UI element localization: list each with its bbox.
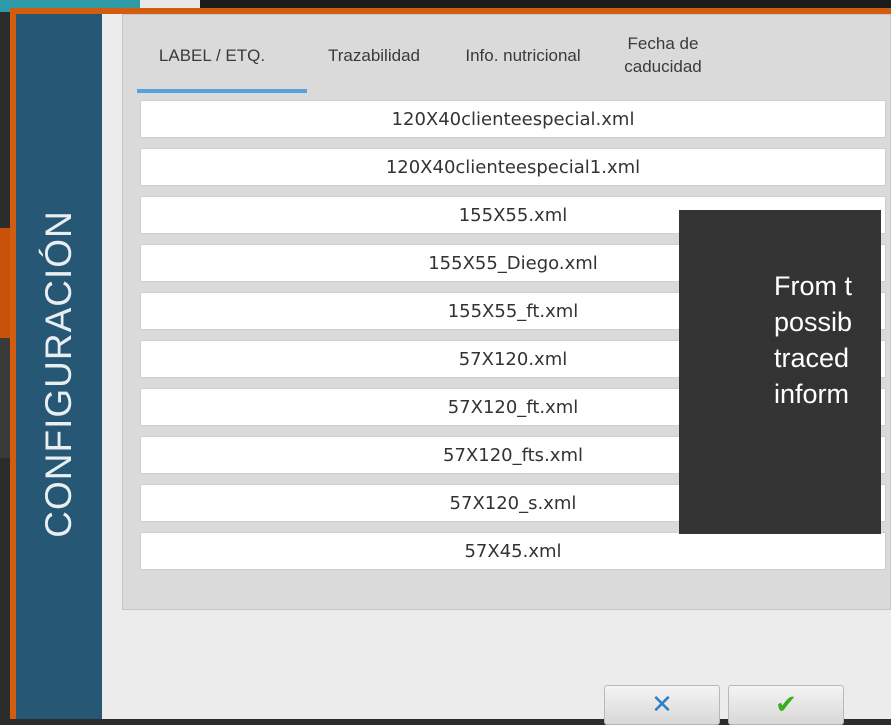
tab-fecha-caducidad-label: Fecha de caducidad [624,34,702,76]
list-item[interactable]: 57X45.xml [140,532,886,570]
close-icon: ✕ [651,690,673,720]
tooltip-overlay: From t possib traced inform [679,210,881,534]
sidebar: CONFIGURACIÓN [16,14,102,719]
tooltip-text: From t possib traced inform [774,271,853,409]
sidebar-title: CONFIGURACIÓN [38,210,79,538]
tab-label-etq[interactable]: LABEL / ETQ. [123,15,307,95]
tab-info-nutricional[interactable]: Info. nutricional [447,15,599,95]
tab-bar: LABEL / ETQ. Trazabilidad Info. nutricio… [123,15,890,95]
confirm-button[interactable]: ✔ [728,685,844,725]
list-item[interactable]: 120X40clienteespecial1.xml [140,148,886,186]
tab-fecha-caducidad[interactable]: Fecha de caducidad [599,15,727,95]
list-item[interactable]: 120X40clienteespecial.xml [140,100,886,138]
tab-trazabilidad[interactable]: Trazabilidad [301,15,447,95]
cancel-button[interactable]: ✕ [604,685,720,725]
checkmark-icon: ✔ [775,690,797,720]
